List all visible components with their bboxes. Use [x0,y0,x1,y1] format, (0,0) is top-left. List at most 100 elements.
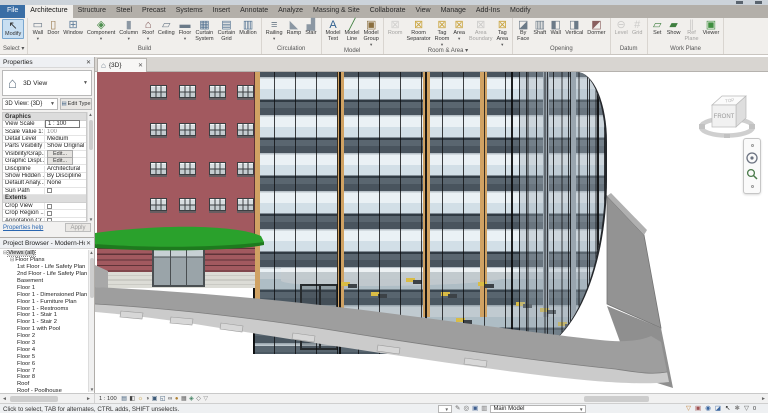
design-option-dropdown[interactable]: Main Model ▼ [490,405,586,413]
tree-item-floor-1-restrooms[interactable]: Floor 1 - Restrooms [1,305,87,312]
ribbon-button-floor[interactable]: ▬Floor▾ [177,19,194,41]
tree-item-1st-floor-life-safety-plan[interactable]: 1st Floor - Life Safety Plan [1,264,87,271]
design-options-icon[interactable]: ▥ [481,405,487,413]
select-by-face-icon[interactable]: ◪ [715,405,721,413]
ribbon-button-tag-room[interactable]: ⊠TagRoom▾ [433,19,452,47]
ribbon-button-room-separator[interactable]: ⊠RoomSeparator [404,19,432,43]
property-value[interactable]: Architectural [45,166,86,172]
tree-item-views-all[interactable]: ⊟Views (all) [1,250,87,257]
tab-manage[interactable]: Manage [436,5,471,18]
ribbon-button-ramp[interactable]: ◣Ramp [285,19,304,37]
ribbon-button-wall[interactable]: ◧Wall [548,19,563,37]
tree-item-floor-7[interactable]: Floor 7 [1,367,87,374]
tree-item-floor-1-stair-2[interactable]: Floor 1 - Stair 2 [1,319,87,326]
zoom-icon[interactable] [746,168,758,180]
ribbon-button-dormer[interactable]: ◩Dormer [585,19,607,37]
curtain-wall-tower[interactable] [253,72,607,354]
ribbon-button-railing[interactable]: ≡Railing▾ [264,19,285,41]
tab-massing-site[interactable]: Massing & Site [308,5,365,18]
tree-item-basement[interactable]: Basement [1,278,87,285]
ribbon-button-component[interactable]: ◈Component▾ [85,19,117,41]
brick-window[interactable] [179,123,196,136]
ribbon-button-modify[interactable]: ↖Modify [2,19,24,39]
apply-button[interactable]: Apply [65,223,91,232]
drawing-area[interactable]: FRONT TOP [95,72,768,393]
tree-item-floor-5[interactable]: Floor 5 [1,353,87,360]
viewcube[interactable]: FRONT TOP [699,84,755,140]
ribbon-button-stair[interactable]: ▟Stair [303,19,318,37]
active-workset-dropdown[interactable]: ▼ [438,405,452,413]
tree-item-2nd-floor-life-safety-plan[interactable]: 2nd Floor - Life Safety Plan [1,271,87,278]
ribbon-button-set[interactable]: ▱Set [650,19,665,37]
properties-scrollbar[interactable]: ▲▼ [87,112,93,222]
ribbon-button-area[interactable]: ⊠Area▾ [451,19,467,41]
ribbon-button-door[interactable]: ▯Door [45,19,61,37]
tree-expander-icon[interactable]: ⊟ [10,257,14,263]
tree-item-floor-8[interactable]: Floor 8 [1,374,87,381]
brick-entrance-door[interactable] [152,242,205,287]
property-checkbox[interactable] [47,218,52,222]
tab-annotate[interactable]: Annotate [235,5,273,18]
ribbon-button-model-group[interactable]: ▣ModelGroup▾ [362,19,381,47]
property-value[interactable]: 1 : 100 [45,120,80,128]
save-locations-icon[interactable]: ▣ [472,405,478,413]
drag-on-selection-icon[interactable]: ↖ [725,405,730,413]
scroll-right-icon[interactable]: ► [86,396,91,402]
ribbon-button-room[interactable]: ⊠Room [386,19,405,37]
ribbon-button-wall[interactable]: ▭Wall▾ [30,19,45,41]
brick-window[interactable] [209,123,226,136]
settings-icon[interactable]: ✱ [734,405,739,413]
property-value[interactable]: Show Original [45,143,86,149]
ribbon-button-ref-plane[interactable]: ∥RefPlane [683,19,701,43]
brick-window[interactable] [150,123,167,136]
left-hscroll-thumb[interactable] [10,396,58,402]
tree-item-floor-plans[interactable]: ⊟Floor Plans [1,257,87,264]
tab-steel[interactable]: Steel [111,5,137,18]
ribbon-button-area-boundary[interactable]: ⊠AreaBoundary [467,19,495,43]
tab-view[interactable]: View [411,5,436,18]
property-value[interactable]: 100 [45,129,86,135]
select-underlay-icon[interactable]: ▣ [695,405,701,413]
view-combo[interactable]: 3D View: {3D} ▼ [2,98,58,110]
tab-add-ins[interactable]: Add-Ins [471,5,505,18]
property-value[interactable]: None [45,180,86,186]
tab-structure[interactable]: Structure [73,5,111,18]
tree-item-floor-4[interactable]: Floor 4 [1,346,87,353]
tab-precast[interactable]: Precast [137,5,171,18]
ribbon-button-by-face[interactable]: ◪ByFace [515,19,531,43]
brick-window[interactable] [179,198,196,211]
ribbon-button-grid[interactable]: #Grid [630,19,645,37]
select-pinned-icon[interactable]: ◉ [705,405,711,413]
brick-window[interactable] [237,162,254,175]
ribbon-button-model-text[interactable]: AModelText [324,19,343,43]
tab-insert[interactable]: Insert [208,5,236,18]
ribbon-button-viewer[interactable]: ▣Viewer [701,19,722,37]
ribbon-button-window[interactable]: ⊞Window [61,19,85,37]
ribbon-button-mullion[interactable]: ▥Mullion [237,19,258,37]
ribbon-button-column[interactable]: ▮Column▾ [117,19,140,41]
brick-window[interactable] [209,162,226,175]
ribbon-button-shaft[interactable]: ▥Shaft [531,19,548,37]
ribbon-button-tag-area[interactable]: ⊠TagArea▾ [494,19,510,47]
type-selector[interactable]: ⌂ 3D View ▼ [2,70,92,96]
edit-type-button[interactable]: ▤ Edit Type [60,98,92,110]
tree-item-floor-2[interactable]: Floor 2 [1,333,87,340]
select-links-icon[interactable]: ▽ [686,405,691,413]
tree-item-floor-1[interactable]: Floor 1 [1,284,87,291]
property-checkbox[interactable] [47,188,52,193]
tree-expander-icon[interactable]: ⊟ [3,250,7,256]
project-browser-scrollbar[interactable]: ▲▼ [88,250,94,392]
editing-requests-icon[interactable]: ✎ [455,405,460,413]
navigation-bar[interactable] [743,138,761,194]
minimize-icon[interactable] [736,1,743,4]
tab-analyze[interactable]: Analyze [273,5,308,18]
properties-help-link[interactable]: Properties help [3,225,43,231]
brick-building-facade[interactable] [97,72,255,238]
ribbon-button-roof[interactable]: ⌂Roof▾ [140,19,156,41]
tree-item-floor-3[interactable]: Floor 3 [1,340,87,347]
tab-systems[interactable]: Systems [171,5,208,18]
ribbon-button-curtain-grid[interactable]: ▤CurtainGrid [216,19,238,43]
type-selector-arrow-icon[interactable]: ▼ [83,80,88,86]
brick-window[interactable] [179,162,196,175]
project-browser-close-icon[interactable]: ✕ [86,240,91,247]
